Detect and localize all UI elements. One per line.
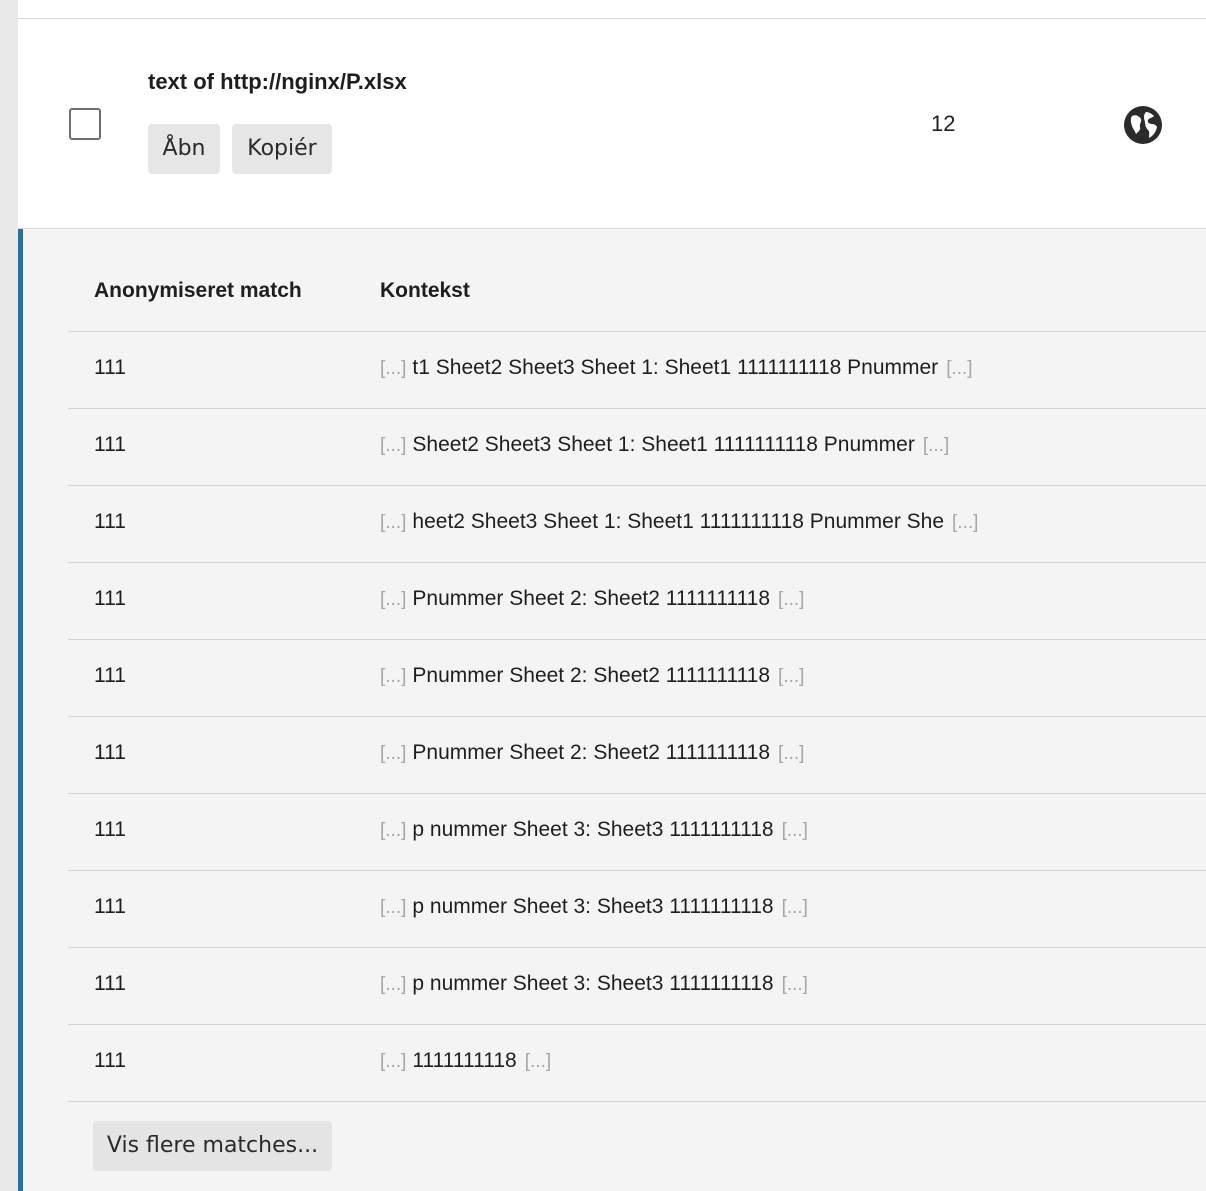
select-result-checkbox[interactable]: [69, 108, 101, 140]
context-ellipsis-after: [...]: [946, 358, 973, 379]
context-ellipsis-before: [...]: [380, 435, 407, 456]
match-cell: 111: [94, 587, 126, 610]
context-ellipsis-after: [...]: [778, 743, 805, 764]
open-button[interactable]: Åbn: [148, 124, 220, 174]
context-ellipsis-before: [...]: [380, 589, 407, 610]
match-cell: 111: [94, 433, 126, 456]
context-ellipsis-before: [...]: [380, 743, 407, 764]
context-text: 1111111118: [412, 1049, 517, 1072]
table-row: 111 [...] Pnummer Sheet 2: Sheet2 11111111…: [68, 717, 1206, 794]
context-ellipsis-before: [...]: [380, 1051, 407, 1072]
table-row: 111 [...] p nummer Sheet 3: Sheet3 1111111…: [68, 871, 1206, 948]
matches-table: Anonymiseret match Kontekst 111 [...] t1 S…: [68, 255, 1206, 1102]
context-cell: [...] t1 Sheet2 Sheet3 Sheet 1: Sheet1 11…: [380, 356, 973, 380]
show-more-matches-button[interactable]: Vis flere matches...: [93, 1121, 332, 1171]
column-header-match: Anonymiseret match: [94, 279, 302, 302]
context-ellipsis-after: [...]: [778, 666, 805, 687]
table-row: 111 [...] Pnummer Sheet 2: Sheet2 11111111…: [68, 563, 1206, 640]
context-text: heet2 Sheet3 Sheet 1: Sheet1 1111111118 …: [412, 510, 945, 533]
matches-panel: Anonymiseret match Kontekst 111 [...] t1 S…: [18, 229, 1206, 1191]
table-row: 111 [...] p nummer Sheet 3: Sheet3 1111111…: [68, 948, 1206, 1025]
copy-button[interactable]: Kopiér: [232, 124, 332, 174]
context-text: p nummer Sheet 3: Sheet3 1111111118: [412, 818, 774, 841]
context-ellipsis-before: [...]: [380, 358, 407, 379]
page: text of http://nginx/P.xlsx Åbn Kopiér 1…: [0, 0, 1206, 1191]
column-header-context: Kontekst: [380, 279, 470, 302]
context-ellipsis-before: [...]: [380, 820, 407, 841]
table-row: 111 [...] t1 Sheet2 Sheet3 Sheet 1: Sheet1…: [68, 332, 1206, 409]
context-text: Sheet2 Sheet3 Sheet 1: Sheet1 1111111118…: [412, 433, 915, 456]
result-row: text of http://nginx/P.xlsx Åbn Kopiér 1…: [18, 19, 1206, 228]
context-cell: [...] Pnummer Sheet 2: Sheet2 1111111118[…: [380, 664, 804, 688]
context-text: Pnummer Sheet 2: Sheet2 1111111118: [412, 587, 771, 610]
left-rail: [0, 0, 18, 1191]
context-ellipsis-after: [...]: [781, 897, 808, 918]
context-ellipsis-before: [...]: [380, 512, 407, 533]
table-row: 111 [...] Pnummer Sheet 2: Sheet2 11111111…: [68, 640, 1206, 717]
context-ellipsis-after: [...]: [524, 1051, 552, 1072]
table-row: 111 [...] 1111111118 [...]: [68, 1025, 1206, 1102]
context-cell: [...] p nummer Sheet 3: Sheet3 1111111118…: [380, 818, 808, 842]
context-text: Pnummer Sheet 2: Sheet2 1111111118: [412, 664, 771, 687]
table-header: Anonymiseret match Kontekst: [68, 255, 1206, 332]
table-row: 111 [...] heet2 Sheet3 Sheet 1: Sheet1 111…: [68, 486, 1206, 563]
context-ellipsis-after: [...]: [778, 589, 805, 610]
context-ellipsis-before: [...]: [380, 974, 407, 995]
table-body: 111 [...] t1 Sheet2 Sheet3 Sheet 1: Sheet1…: [68, 332, 1206, 1102]
match-cell: 111: [94, 356, 126, 379]
context-cell: [...] Pnummer Sheet 2: Sheet2 1111111118[…: [380, 741, 804, 765]
table-row: 111 [...] Sheet2 Sheet3 Sheet 1: Sheet1 11…: [68, 409, 1206, 486]
context-cell: [...] heet2 Sheet3 Sheet 1: Sheet1 111111…: [380, 510, 978, 534]
match-cell: 111: [94, 510, 126, 533]
context-cell: [...] 1111111118 [...]: [380, 1049, 551, 1073]
context-cell: [...] p nummer Sheet 3: Sheet3 1111111118…: [380, 895, 808, 919]
match-cell: 111: [94, 895, 126, 918]
context-ellipsis-after: [...]: [952, 512, 979, 533]
context-text: p nummer Sheet 3: Sheet3 1111111118: [412, 895, 774, 918]
context-text: Pnummer Sheet 2: Sheet2 1111111118: [412, 741, 771, 764]
context-ellipsis-before: [...]: [380, 666, 407, 687]
panel-accent-bar: [18, 229, 23, 1191]
match-cell: 111: [94, 741, 126, 764]
context-ellipsis-after: [...]: [922, 435, 950, 456]
context-ellipsis-before: [...]: [380, 897, 407, 918]
match-cell: 111: [94, 818, 126, 841]
globe-icon: [1124, 106, 1162, 144]
result-title: text of http://nginx/P.xlsx: [148, 69, 407, 94]
context-cell: [...] Sheet2 Sheet3 Sheet 1: Sheet1 11111…: [380, 433, 949, 457]
context-ellipsis-after: [...]: [781, 820, 808, 841]
context-text: p nummer Sheet 3: Sheet3 1111111118: [412, 972, 774, 995]
context-text: t1 Sheet2 Sheet3 Sheet 1: Sheet1 1111111…: [412, 356, 939, 379]
match-count: 12: [931, 111, 956, 136]
match-cell: 111: [94, 664, 126, 687]
context-cell: [...] Pnummer Sheet 2: Sheet2 1111111118[…: [380, 587, 804, 611]
context-cell: [...] p nummer Sheet 3: Sheet3 1111111118…: [380, 972, 808, 996]
table-row: 111 [...] p nummer Sheet 3: Sheet3 1111111…: [68, 794, 1206, 871]
context-ellipsis-after: [...]: [781, 974, 808, 995]
match-cell: 111: [94, 972, 126, 995]
match-cell: 111: [94, 1049, 126, 1072]
